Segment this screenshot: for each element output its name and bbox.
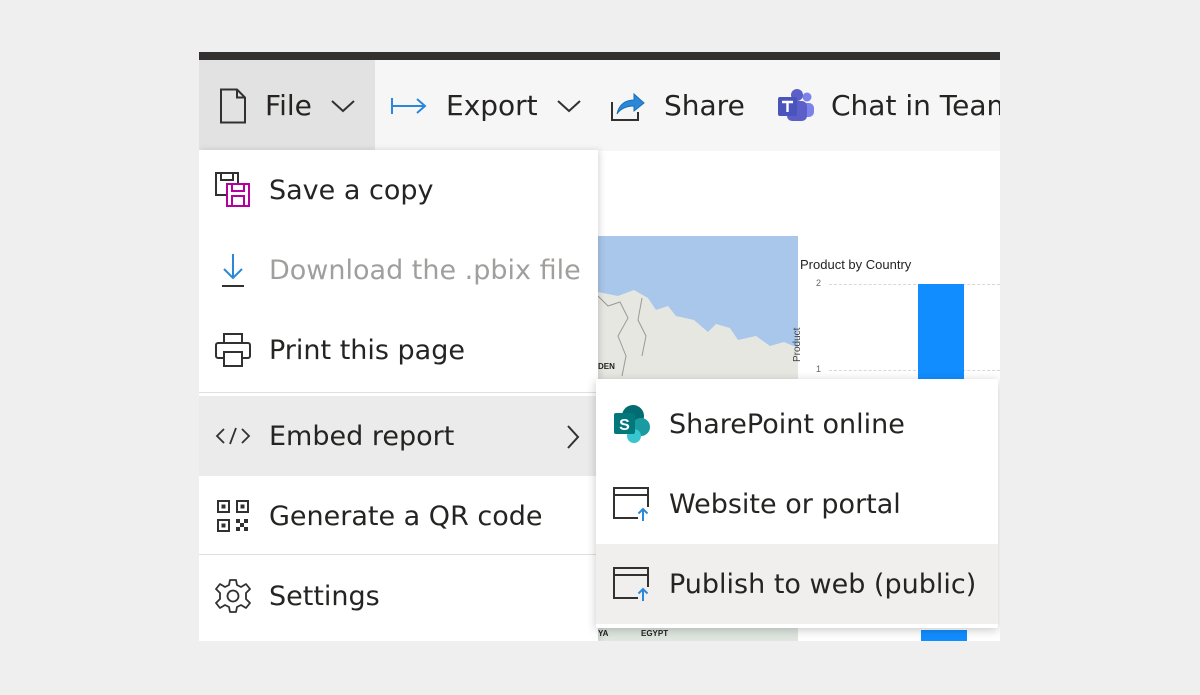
export-arrow-icon: [390, 95, 428, 117]
download-icon: [215, 252, 251, 288]
menu-item-save-copy[interactable]: Save a copy: [199, 150, 598, 230]
top-stripe: [199, 52, 1000, 60]
gridline: [829, 284, 1000, 285]
menu-item-label: Download the .pbix file: [269, 254, 581, 286]
submenu-item-sharepoint[interactable]: S SharePoint online: [596, 384, 998, 464]
chevron-down-icon: [330, 98, 356, 114]
document-icon: [219, 88, 247, 124]
teams-icon: [777, 88, 815, 124]
share-button[interactable]: Share: [610, 60, 745, 151]
map-bottom-strip: EGYPT YA: [598, 627, 798, 641]
qr-code-icon: [215, 498, 251, 534]
chart-y-axis-label: Product: [792, 327, 803, 362]
map-label-ya: YA: [598, 629, 609, 638]
map-label-egypt: EGYPT: [641, 629, 669, 638]
menu-item-print[interactable]: Print this page: [199, 310, 598, 390]
submenu-item-website-portal[interactable]: Website or portal: [596, 464, 998, 544]
embed-report-submenu: S SharePoint online Website or portal Pu…: [596, 379, 998, 628]
app-frame: File Export Share Chat in Teams: [199, 52, 1000, 641]
chat-in-teams-button[interactable]: Chat in Teams: [777, 60, 1000, 151]
bar-mark[interactable]: [918, 284, 964, 384]
share-label: Share: [664, 89, 745, 122]
submenu-item-publish-to-web[interactable]: Publish to web (public): [596, 544, 998, 624]
bar-mark[interactable]: [921, 630, 967, 641]
map-label-den: DEN: [598, 362, 615, 371]
teams-label: Chat in Teams: [831, 89, 1000, 122]
save-copy-icon: [215, 172, 251, 208]
export-menu-button[interactable]: Export: [390, 60, 582, 151]
y-tick-2: 2: [816, 278, 822, 288]
submenu-item-label: Publish to web (public): [669, 568, 977, 600]
gear-icon: [215, 578, 251, 614]
submenu-item-label: SharePoint online: [669, 408, 905, 440]
menu-item-settings[interactable]: Settings: [199, 556, 598, 636]
file-dropdown-menu: Save a copy Download the .pbix file Prin…: [199, 150, 598, 641]
sharepoint-icon: S: [612, 404, 652, 444]
chevron-down-icon: [556, 98, 582, 114]
menu-divider: [199, 392, 598, 393]
y-tick-1: 1: [816, 364, 822, 374]
submenu-item-label: Website or portal: [669, 488, 901, 520]
chart-title: Product by Country: [800, 257, 912, 272]
menu-item-label: Embed report: [269, 420, 455, 452]
export-label: Export: [446, 89, 538, 122]
file-menu-button[interactable]: File: [199, 60, 375, 151]
publish-web-icon: [612, 564, 652, 604]
printer-icon: [215, 332, 251, 368]
file-label: File: [265, 89, 312, 122]
menu-item-label: Save a copy: [269, 174, 434, 206]
svg-text:S: S: [619, 417, 630, 434]
menu-item-label: Settings: [269, 580, 380, 612]
chevron-right-icon: [566, 424, 580, 457]
menu-item-qr-code[interactable]: Generate a QR code: [199, 476, 598, 556]
menu-divider: [199, 554, 598, 555]
gridline: [829, 370, 1000, 371]
menu-item-label: Generate a QR code: [269, 500, 543, 532]
menu-item-download-pbix[interactable]: Download the .pbix file: [199, 230, 598, 310]
code-icon: [215, 418, 251, 454]
website-portal-icon: [612, 484, 652, 524]
menu-item-label: Print this page: [269, 334, 465, 366]
toolbar: File Export Share Chat in Teams: [199, 60, 1000, 151]
share-icon: [610, 90, 646, 122]
menu-item-embed-report[interactable]: Embed report: [199, 396, 598, 476]
